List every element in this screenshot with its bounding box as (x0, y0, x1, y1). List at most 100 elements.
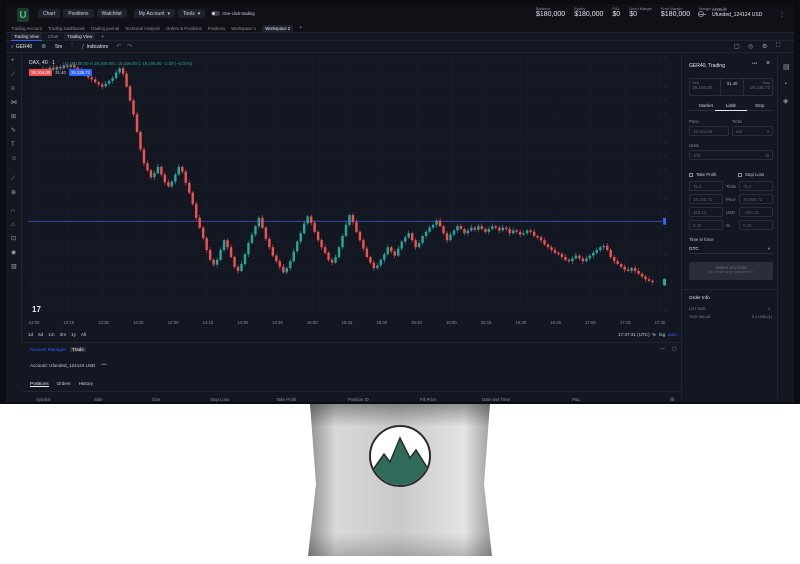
tab-stop[interactable]: Stop (755, 103, 764, 108)
range-1m[interactable]: 1m (48, 332, 54, 337)
tab-trading-view[interactable]: Trading View (11, 32, 42, 41)
range-1d[interactable]: 1d (28, 332, 33, 337)
col-pnl[interactable]: P&L (572, 397, 580, 402)
tab-workspace-1[interactable]: Workspace 1 (231, 26, 256, 31)
tab-account-manager[interactable]: Account Manager (30, 347, 66, 352)
lock-icon[interactable]: ⊡ (11, 236, 17, 242)
tab-trade[interactable]: Trade (70, 347, 86, 352)
indicators-button[interactable]: Indicators (87, 44, 109, 50)
brush-icon[interactable]: ✎ (11, 128, 17, 134)
percent-toggle[interactable]: % (652, 332, 656, 337)
tab-technical-analysis[interactable]: Technical Analysis (125, 26, 160, 31)
close-icon[interactable]: × (766, 60, 770, 67)
lock-drawings-icon[interactable]: ⌂ (11, 222, 17, 228)
range-3m[interactable]: 3m (60, 332, 66, 337)
tab-trading-view-2[interactable]: Trading View (64, 33, 96, 40)
undo-icon[interactable]: ↶ (116, 43, 121, 50)
range-1y[interactable]: 1y (71, 332, 76, 337)
price-chart[interactable]: 19,460.00 19,440.00 19,420.00 19,400.00 19,3… (22, 53, 685, 327)
tp-ticks-input[interactable]: 75.0 (689, 181, 723, 191)
sl-ticks-input[interactable]: 75.0 (739, 181, 773, 191)
emoji-icon[interactable]: ☺ (11, 156, 17, 162)
user-icon[interactable] (698, 11, 704, 17)
indicators-icon[interactable]: ƒ (82, 44, 85, 50)
panel-menu-icon[interactable]: ••• (752, 61, 757, 67)
candles-icon[interactable]: ⫶ (71, 43, 73, 50)
tab-limit[interactable]: Limit (726, 103, 736, 108)
tab-orders-positions[interactable]: Orders & Positions (166, 26, 202, 31)
tab-market[interactable]: Market (699, 103, 713, 108)
fullscreen-icon[interactable]: ⛶ (776, 43, 780, 50)
sl-usd-input[interactable]: −403.13 (739, 207, 773, 217)
trash-icon[interactable]: ▥ (11, 264, 17, 270)
tab-orders-list[interactable]: Orders (57, 381, 71, 387)
symbol-search[interactable]: GER40 (16, 44, 32, 50)
tp-usd-input[interactable]: 403.13 (689, 207, 723, 217)
nav-positions-button[interactable]: Positions (63, 9, 94, 18)
account-menu-icon[interactable]: ••• (101, 362, 106, 368)
settings-icon[interactable]: ⚙ (762, 43, 767, 50)
account-select[interactable]: My Account ▾ (133, 9, 176, 18)
tif-select[interactable]: GTC ▾ (689, 244, 773, 254)
zoom-icon[interactable]: ⊕ (11, 190, 17, 196)
stop-loss-checkbox[interactable] (738, 173, 742, 177)
fib-icon[interactable]: ≡ (11, 86, 17, 92)
add-view-icon[interactable]: + (101, 34, 104, 40)
col-take-profit[interactable]: Take Profit (276, 397, 296, 402)
tab-history-list[interactable]: History (79, 381, 93, 387)
tab-trading-journal[interactable]: Trading journal (91, 26, 120, 31)
interval-select[interactable]: 5m (55, 44, 62, 50)
text-icon[interactable]: T (11, 142, 17, 148)
camera-icon[interactable]: ◎ (748, 43, 753, 50)
redo-icon[interactable]: ↷ (127, 43, 132, 50)
tp-percent-input[interactable]: 0.40 (689, 220, 723, 230)
tp-price-input[interactable]: 19,146.72 (689, 194, 723, 204)
search-icon[interactable]: ⌕ (11, 44, 14, 50)
col-fill-price[interactable]: Fill Price (420, 397, 436, 402)
more-icon[interactable]: ⋮ (779, 11, 785, 18)
compare-icon[interactable]: ⊕ (41, 43, 46, 50)
one-click-toggle[interactable] (211, 11, 221, 16)
col-size[interactable]: Size (152, 397, 160, 402)
minimize-icon[interactable]: — (660, 346, 665, 352)
quick-buy-button[interactable]: 19,135.72 (68, 69, 93, 76)
crosshair-icon[interactable]: + (11, 58, 17, 64)
tab-trading-account[interactable]: Trading Account (11, 26, 42, 31)
tab-positions[interactable]: Positions (208, 26, 225, 31)
eye-icon[interactable]: ◉ (11, 250, 17, 256)
units-input[interactable]: 100 ⊟ (689, 150, 773, 160)
col-date-time[interactable]: Date and Time (482, 397, 510, 402)
range-5d[interactable]: 5d (38, 332, 43, 337)
layout-icon[interactable]: ▢ (734, 43, 740, 50)
alerts-icon[interactable]: ◔ (783, 81, 787, 88)
col-symbol[interactable]: Symbol (36, 397, 50, 402)
buy-button[interactable]: Buy 19,135.72 (744, 79, 772, 95)
sl-price-input[interactable]: 19,060.72 (739, 194, 773, 204)
pattern-icon[interactable]: ⋈ (11, 100, 17, 106)
col-stop-loss[interactable]: Stop Loss (210, 397, 229, 402)
add-tab-icon[interactable]: + (299, 25, 302, 31)
ticks-select[interactable]: ask ▾ (732, 126, 773, 136)
trendline-icon[interactable]: ⟋ (11, 72, 17, 78)
submit-order-button[interactable]: Select any field to create order placeme… (689, 262, 773, 280)
tab-chart[interactable]: Chart (48, 34, 59, 39)
nav-chart-button[interactable]: Chart (38, 9, 61, 18)
columns-settings-icon[interactable]: ⊞ (670, 397, 674, 402)
price-input[interactable]: 19,104.00 (689, 126, 729, 136)
tab-positions-list[interactable]: Positions (30, 381, 49, 387)
maximize-icon[interactable]: ▢ (672, 346, 677, 352)
range-all[interactable]: All (81, 332, 86, 337)
forecast-icon[interactable]: ⊞ (11, 114, 17, 120)
ruler-icon[interactable]: ⟋ (11, 176, 17, 182)
quick-sell-button[interactable]: 19,104.00 (29, 69, 53, 76)
layers-icon[interactable]: ◈ (783, 97, 788, 105)
take-profit-checkbox[interactable] (689, 173, 693, 177)
col-position-id[interactable]: Position ID (348, 397, 369, 402)
watchlist-icon[interactable]: ▤ (783, 63, 790, 71)
sell-button[interactable]: Sell 19,104.00 (690, 79, 720, 95)
log-toggle[interactable]: log (659, 332, 665, 337)
tools-select[interactable]: Tools ▾ (178, 9, 206, 18)
tab-workspace-2[interactable]: Workspace 2 (262, 24, 294, 32)
chart-canvas[interactable]: 19,460.00 19,440.00 19,420.00 19,400.00 19,3… (22, 53, 685, 327)
nav-watchlist-button[interactable]: Watchlist (96, 9, 127, 18)
